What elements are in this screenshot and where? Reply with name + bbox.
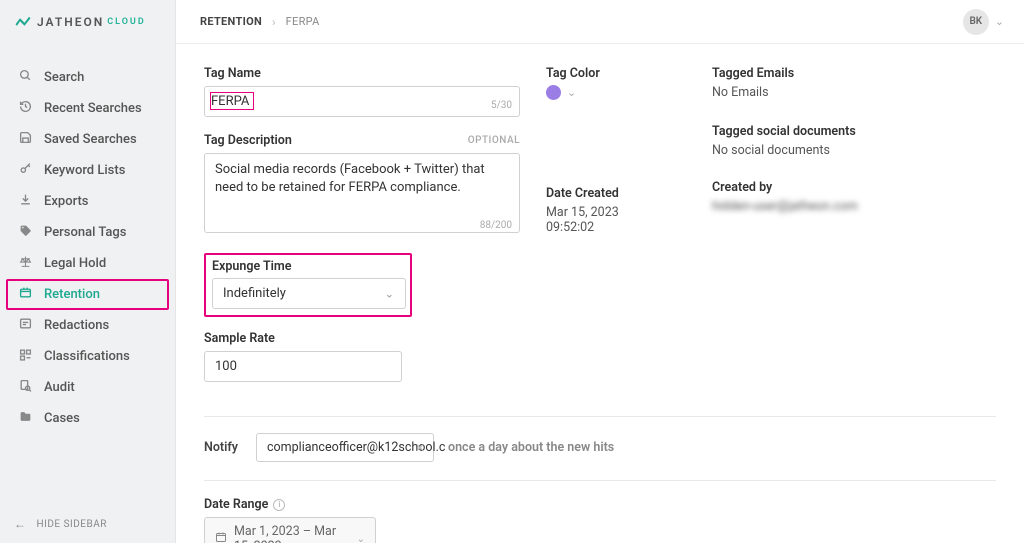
redactions-icon bbox=[16, 317, 34, 334]
sidebar-item-audit[interactable]: Audit bbox=[0, 372, 175, 403]
date-created-date: Mar 15, 2023 bbox=[546, 205, 686, 220]
sidebar-item-label: Legal Hold bbox=[44, 256, 106, 271]
sidebar-item-recent-searches[interactable]: Recent Searches bbox=[0, 93, 175, 124]
saved-icon bbox=[16, 131, 34, 148]
collapse-icon: ← bbox=[14, 517, 27, 531]
retention-icon bbox=[16, 286, 34, 303]
sidebar-item-label: Exports bbox=[44, 194, 89, 209]
tagged-emails-label: Tagged Emails bbox=[712, 66, 872, 81]
tagged-social-label: Tagged social documents bbox=[712, 124, 872, 139]
sidebar-item-label: Recent Searches bbox=[44, 101, 142, 116]
calendar-icon bbox=[215, 531, 227, 543]
tagged-emails-value: No Emails bbox=[712, 85, 872, 100]
divider bbox=[204, 480, 996, 481]
recent-icon bbox=[16, 100, 34, 117]
sidebar-item-exports[interactable]: Exports bbox=[0, 186, 175, 217]
date-created-time: 09:52:02 bbox=[546, 220, 686, 235]
optional-badge: OPTIONAL bbox=[468, 135, 520, 146]
sample-rate-label: Sample Rate bbox=[204, 331, 402, 346]
tag-desc-label: Tag Description OPTIONAL bbox=[204, 133, 520, 148]
key-icon bbox=[16, 162, 34, 179]
brand-suffix: CLOUD bbox=[107, 17, 145, 27]
created-by-value: hidden-user@jatheon.com bbox=[712, 199, 872, 214]
color-swatch bbox=[546, 85, 561, 100]
hide-sidebar-label: HIDE SIDEBAR bbox=[37, 519, 107, 530]
breadcrumb-root[interactable]: RETENTION bbox=[200, 15, 262, 28]
date-range-picker[interactable]: Mar 1, 2023 – Mar 15, 2023 ⌄ bbox=[204, 517, 376, 543]
sidebar-item-label: Saved Searches bbox=[44, 132, 137, 147]
hide-sidebar-button[interactable]: ← HIDE SIDEBAR bbox=[0, 505, 175, 543]
content: Tag Name FERPA 5/30 Tag Description OPTI… bbox=[176, 44, 1024, 543]
sidebar-item-label: Redactions bbox=[44, 318, 109, 333]
chevron-down-icon: ⌄ bbox=[567, 86, 576, 99]
audit-icon bbox=[16, 379, 34, 396]
created-by-label: Created by bbox=[712, 180, 872, 195]
date-range-label-text: Date Range bbox=[204, 497, 268, 512]
notify-email-chip[interactable]: complianceofficer@k12school.c ✕ bbox=[256, 433, 434, 462]
tag-name-input[interactable] bbox=[204, 86, 520, 117]
sidebar-item-label: Classifications bbox=[44, 349, 130, 364]
sidebar-item-label: Audit bbox=[44, 380, 75, 395]
tag-color-picker[interactable]: ⌄ bbox=[546, 85, 686, 100]
sidebar-item-search[interactable]: Search bbox=[0, 62, 175, 93]
brand-name: JATHEON bbox=[37, 15, 104, 29]
remove-email-icon[interactable]: ✕ bbox=[415, 441, 425, 455]
cases-icon bbox=[16, 410, 34, 427]
sidebar-item-retention[interactable]: Retention bbox=[6, 279, 169, 310]
sidebar-item-label: Cases bbox=[44, 411, 80, 426]
sidebar-item-saved-searches[interactable]: Saved Searches bbox=[0, 124, 175, 155]
sidebar-nav: Search Recent Searches Saved Searches Ke… bbox=[0, 44, 175, 505]
sidebar-item-redactions[interactable]: Redactions bbox=[0, 310, 175, 341]
sidebar-item-cases[interactable]: Cases bbox=[0, 403, 175, 434]
avatar: BK bbox=[963, 9, 989, 35]
breadcrumb-leaf: FERPA bbox=[286, 15, 320, 28]
tags-icon bbox=[16, 224, 34, 241]
tag-name-label: Tag Name bbox=[204, 66, 520, 81]
notify-row: Notify complianceofficer@k12school.c ✕ o… bbox=[204, 433, 996, 462]
sidebar-item-label: Keyword Lists bbox=[44, 163, 125, 178]
search-icon bbox=[16, 69, 34, 86]
legal-icon bbox=[16, 255, 34, 272]
sidebar-item-label: Retention bbox=[44, 287, 100, 302]
date-range-label: Date Range i bbox=[204, 497, 996, 512]
sidebar-item-label: Search bbox=[44, 70, 84, 85]
chevron-down-icon: ⌄ bbox=[357, 534, 365, 543]
date-range-value: Mar 1, 2023 – Mar 15, 2023 bbox=[234, 524, 350, 543]
tag-desc-counter: 88/200 bbox=[480, 220, 512, 231]
sidebar-item-keyword-lists[interactable]: Keyword Lists bbox=[0, 155, 175, 186]
user-menu[interactable]: BK ⌄ bbox=[963, 9, 1004, 35]
expunge-select[interactable]: Indefinitely bbox=[212, 278, 406, 309]
tag-color-label: Tag Color bbox=[546, 66, 686, 81]
date-created-label: Date Created bbox=[546, 186, 686, 201]
chevron-right-icon: › bbox=[272, 15, 276, 29]
topbar: RETENTION › FERPA BK ⌄ bbox=[176, 0, 1024, 44]
expunge-label: Expunge Time bbox=[212, 259, 404, 274]
sidebar-item-legal-hold[interactable]: Legal Hold bbox=[0, 248, 175, 279]
class-icon bbox=[16, 348, 34, 365]
chevron-down-icon: ⌄ bbox=[995, 15, 1004, 28]
tag-desc-label-text: Tag Description bbox=[204, 133, 292, 148]
tag-name-counter: 5/30 bbox=[491, 100, 512, 111]
main-panel: RETENTION › FERPA BK ⌄ Tag Name FERPA 5/… bbox=[176, 0, 1024, 543]
info-icon[interactable]: i bbox=[273, 499, 285, 511]
sample-rate-input[interactable] bbox=[204, 351, 402, 382]
sidebar-item-classifications[interactable]: Classifications bbox=[0, 341, 175, 372]
tagged-social-value: No social documents bbox=[712, 143, 872, 158]
notify-desc: once a day about the new hits bbox=[448, 440, 614, 455]
sidebar-item-personal-tags[interactable]: Personal Tags bbox=[0, 217, 175, 248]
notify-label: Notify bbox=[204, 440, 242, 455]
divider bbox=[204, 416, 996, 417]
exports-icon bbox=[16, 193, 34, 210]
tag-desc-textarea[interactable] bbox=[204, 153, 520, 233]
expunge-highlight: Expunge Time Indefinitely ⌄ bbox=[204, 253, 412, 317]
brand-mark-icon bbox=[14, 15, 32, 29]
brand-logo: JATHEON CLOUD bbox=[0, 0, 175, 44]
sidebar-item-label: Personal Tags bbox=[44, 225, 126, 240]
sidebar: JATHEON CLOUD Search Recent Searches S bbox=[0, 0, 176, 543]
